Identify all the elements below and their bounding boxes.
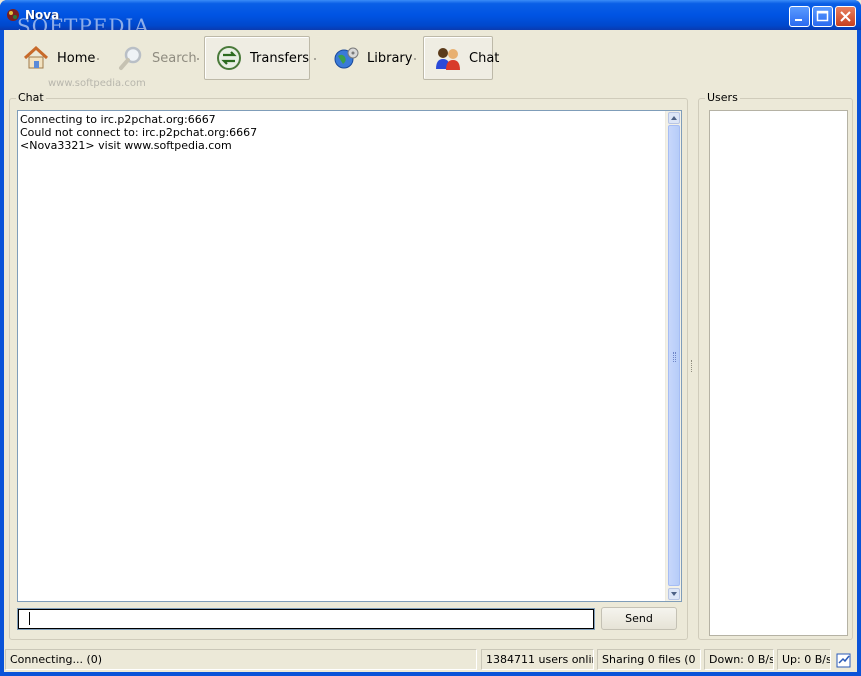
toolbar-chat-button[interactable]: Chat	[423, 36, 499, 80]
toolbar-chat-label: Chat	[469, 50, 500, 66]
connection-status: Connecting... (0)	[5, 649, 477, 670]
scroll-grip-icon	[673, 352, 676, 362]
toolbar-transfers-label: Transfers	[250, 50, 310, 66]
scroll-down-button[interactable]	[668, 588, 680, 600]
text-caret	[29, 612, 30, 625]
scroll-up-button[interactable]	[668, 112, 680, 124]
chat-message: Connecting to irc.p2pchat.org:6667	[20, 113, 216, 126]
users-online-count: 1384711 users online	[481, 649, 594, 670]
users-group-label: Users	[705, 91, 740, 104]
maximize-icon	[816, 10, 829, 22]
toolbar-separator	[314, 58, 316, 60]
chat-log[interactable]: Connecting to irc.p2pchat.org:6667 Could…	[17, 110, 682, 602]
toolbar-separator	[197, 58, 199, 60]
toolbar-search-button[interactable]: Search	[107, 36, 207, 80]
chat-message: <Nova3321> visit www.softpedia.com	[20, 139, 232, 152]
home-icon	[23, 45, 49, 69]
toolbar-library-button[interactable]: Library	[322, 36, 422, 80]
library-globe-icon	[334, 47, 359, 69]
close-button[interactable]	[835, 6, 856, 27]
users-list[interactable]	[709, 110, 848, 636]
users-group-box: Users	[698, 91, 853, 640]
main-toolbar: www.softpedia.com Home Search Transfers …	[4, 30, 857, 89]
splitter-handle[interactable]	[691, 360, 693, 372]
arrow-up-icon	[671, 116, 677, 120]
chat-users-icon	[436, 48, 460, 70]
toolbar-home-button[interactable]: Home	[12, 36, 105, 80]
transfers-icon	[217, 46, 241, 70]
toolbar-library-label: Library	[367, 50, 413, 66]
chat-message: Could not connect to: irc.p2pchat.org:66…	[20, 126, 258, 139]
chat-group-label: Chat	[16, 91, 46, 104]
scroll-thumb[interactable]	[668, 125, 680, 586]
upload-speed: Up: 0 B/s	[777, 649, 831, 670]
toolbar-search-label: Search	[152, 50, 197, 66]
title-bar[interactable]: Nova SOFTPEDIA	[0, 0, 861, 38]
chat-group-box: Chat Connecting to irc.p2pchat.org:6667 …	[9, 91, 688, 640]
download-speed: Down: 0 B/s	[704, 649, 774, 670]
toolbar-separator	[414, 58, 416, 60]
maximize-button[interactable]	[812, 6, 833, 27]
minimize-button[interactable]	[789, 6, 810, 27]
network-status-icon[interactable]	[836, 651, 852, 669]
chat-messages: Connecting to irc.p2pchat.org:6667 Could…	[20, 113, 257, 152]
status-bar: Connecting... (0) 1384711 users online S…	[4, 647, 857, 672]
magnifier-icon	[119, 46, 142, 70]
minimize-icon	[795, 19, 802, 21]
toolbar-transfers-button[interactable]: Transfers	[204, 36, 310, 80]
arrow-down-icon	[671, 592, 677, 596]
chat-scrollbar[interactable]	[665, 111, 681, 601]
chat-message-input[interactable]	[17, 608, 595, 630]
client-area: www.softpedia.com Home Search Transfers …	[4, 30, 857, 672]
toolbar-home-label: Home	[57, 50, 96, 66]
send-button[interactable]: Send	[601, 607, 677, 630]
close-icon	[840, 11, 851, 22]
app-window: Nova SOFTPEDIA www.softpedia.com Home Se…	[0, 0, 861, 676]
sharing-status: Sharing 0 files (0 B)	[597, 649, 701, 670]
toolbar-separator	[97, 58, 99, 60]
